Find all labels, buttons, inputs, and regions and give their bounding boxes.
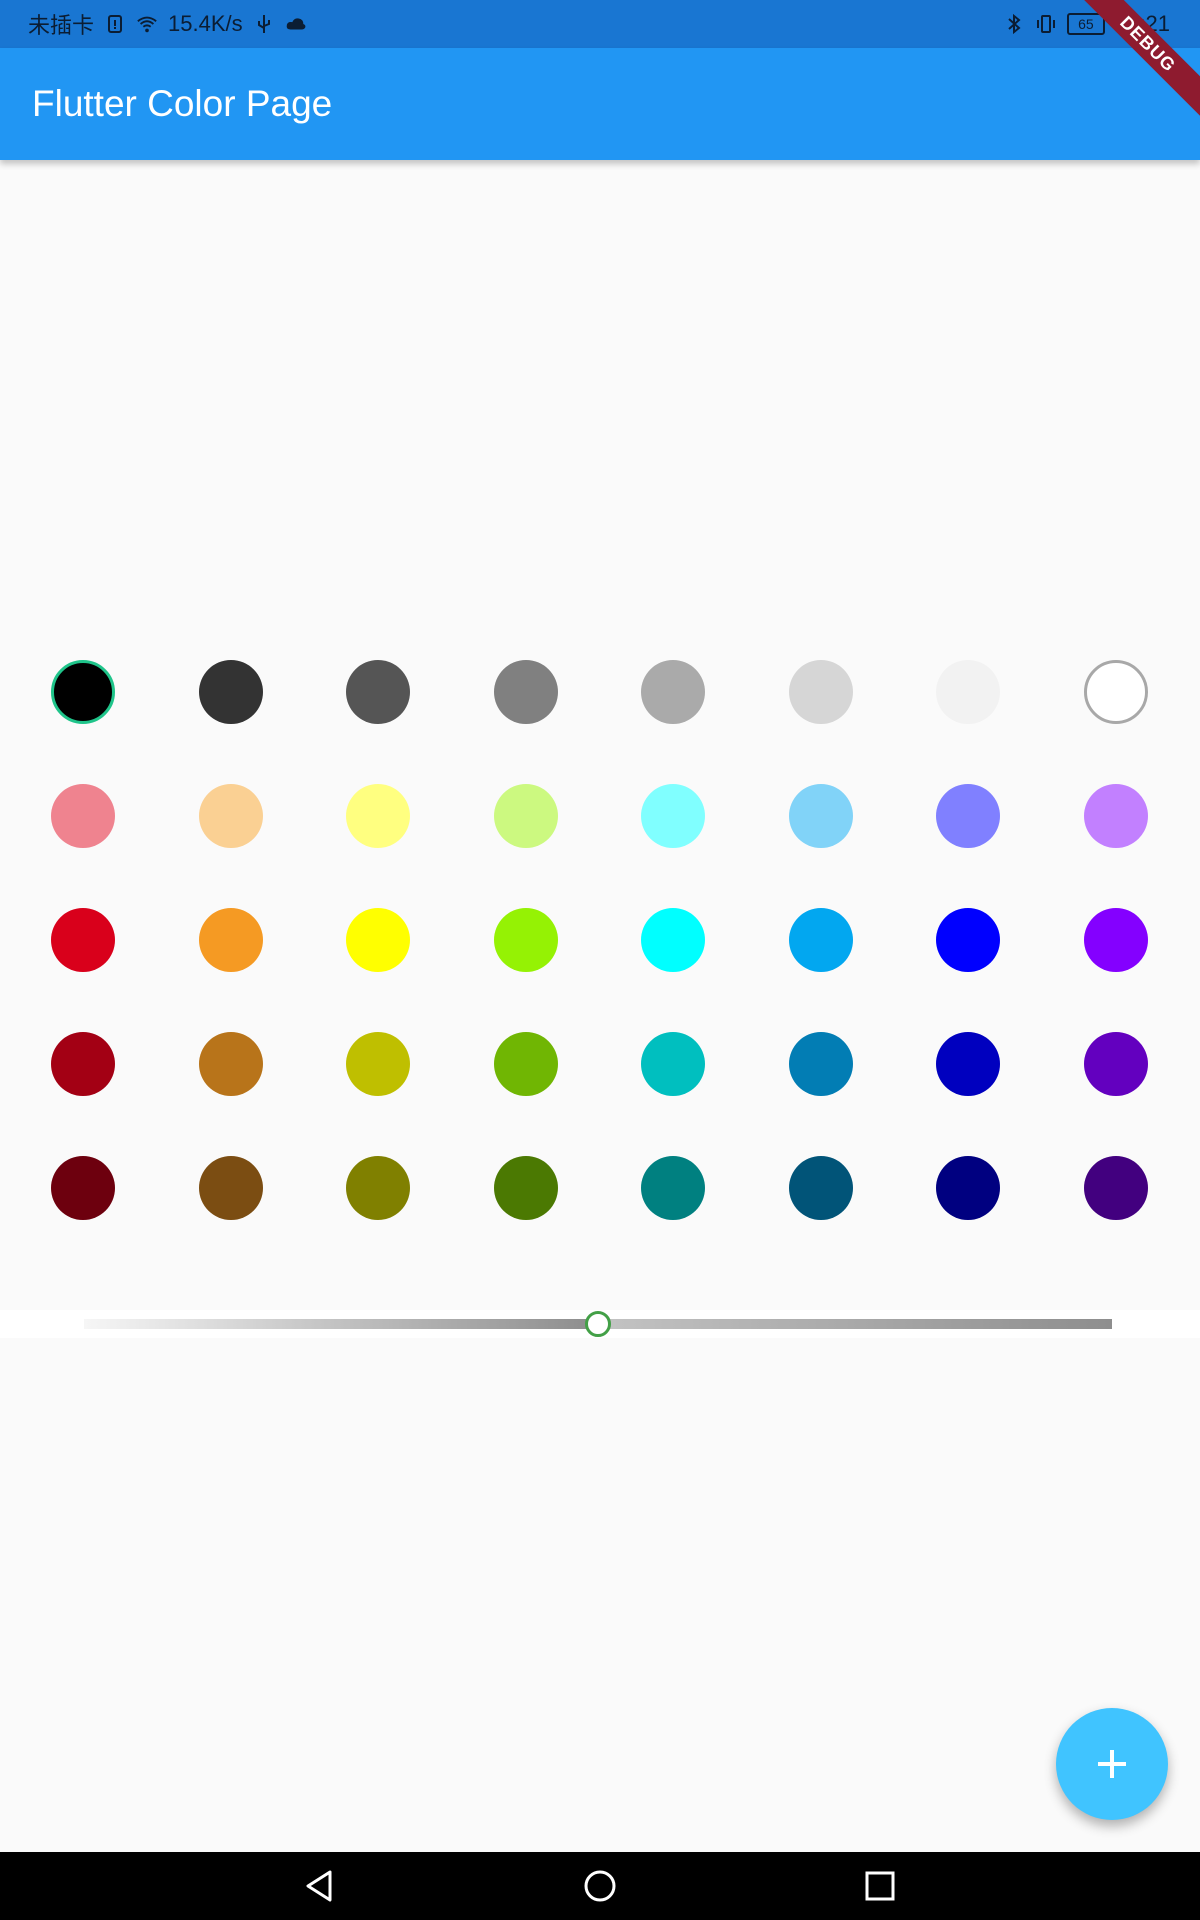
carrier-text: 未插卡 <box>28 13 95 38</box>
color-swatch[interactable] <box>789 1156 853 1220</box>
screen: 未插卡 15.4K/s 65 Flutter Color Page DEBUG <box>0 0 1200 1920</box>
status-left: 未插卡 15.4K/s <box>28 0 307 48</box>
color-swatch[interactable] <box>494 908 558 972</box>
color-swatch[interactable] <box>346 660 410 724</box>
home-icon[interactable] <box>580 1866 620 1906</box>
color-swatch[interactable] <box>641 1156 705 1220</box>
app-bar: Flutter Color Page <box>0 48 1200 160</box>
color-swatch[interactable] <box>641 908 705 972</box>
color-swatch[interactable] <box>1084 1156 1148 1220</box>
usb-icon <box>257 15 270 33</box>
network-speed: 15.4K/s <box>168 11 243 36</box>
color-row <box>0 1032 1200 1096</box>
sim-alert-icon <box>108 15 123 33</box>
back-icon[interactable] <box>300 1866 340 1906</box>
color-swatch[interactable] <box>641 1032 705 1096</box>
color-swatch[interactable] <box>51 1032 115 1096</box>
color-row <box>0 660 1200 724</box>
color-swatch[interactable] <box>936 1032 1000 1096</box>
vibrate-icon <box>1036 15 1055 33</box>
slider-track-active[interactable] <box>84 1319 600 1329</box>
cloud-icon <box>286 18 306 30</box>
wifi-icon <box>137 16 157 33</box>
color-swatch[interactable] <box>346 1156 410 1220</box>
plus-icon <box>1098 1750 1126 1778</box>
color-row <box>0 1156 1200 1220</box>
color-swatch[interactable] <box>1084 660 1148 724</box>
color-row <box>0 908 1200 972</box>
color-swatch[interactable] <box>494 660 558 724</box>
color-swatch[interactable] <box>51 1156 115 1220</box>
color-swatch[interactable] <box>494 1156 558 1220</box>
color-swatch[interactable] <box>51 908 115 972</box>
color-swatch[interactable] <box>789 784 853 848</box>
color-swatch[interactable] <box>199 1032 263 1096</box>
color-swatch[interactable] <box>1084 908 1148 972</box>
color-swatch[interactable] <box>494 784 558 848</box>
color-swatch[interactable] <box>936 660 1000 724</box>
slider-thumb[interactable] <box>585 1311 611 1337</box>
color-swatch[interactable] <box>199 784 263 848</box>
color-swatch[interactable] <box>199 660 263 724</box>
color-swatch[interactable] <box>936 1156 1000 1220</box>
color-swatch[interactable] <box>494 1032 558 1096</box>
color-swatch[interactable] <box>936 908 1000 972</box>
slider-track-inactive[interactable] <box>600 1319 1112 1329</box>
color-swatch[interactable] <box>199 908 263 972</box>
add-button[interactable] <box>1056 1708 1168 1820</box>
status-bar: 未插卡 15.4K/s 65 <box>0 0 1200 48</box>
battery-icon: 65 <box>1066 13 1105 35</box>
color-swatch[interactable] <box>1084 1032 1148 1096</box>
color-swatch[interactable] <box>641 660 705 724</box>
color-swatch[interactable] <box>51 784 115 848</box>
color-swatch[interactable] <box>936 784 1000 848</box>
color-swatch[interactable] <box>346 784 410 848</box>
color-swatch[interactable] <box>789 660 853 724</box>
color-swatch[interactable] <box>346 1032 410 1096</box>
color-swatch[interactable] <box>1084 784 1148 848</box>
color-swatch[interactable] <box>199 1156 263 1220</box>
color-swatch[interactable] <box>346 908 410 972</box>
bluetooth-icon <box>1008 13 1021 35</box>
color-swatch[interactable] <box>51 660 115 724</box>
color-swatch[interactable] <box>789 1032 853 1096</box>
page-title: Flutter Color Page <box>32 83 333 124</box>
color-swatch[interactable] <box>641 784 705 848</box>
color-swatch[interactable] <box>789 908 853 972</box>
color-row <box>0 784 1200 848</box>
navigation-bar <box>0 1852 1200 1920</box>
recents-icon[interactable] <box>860 1866 900 1906</box>
